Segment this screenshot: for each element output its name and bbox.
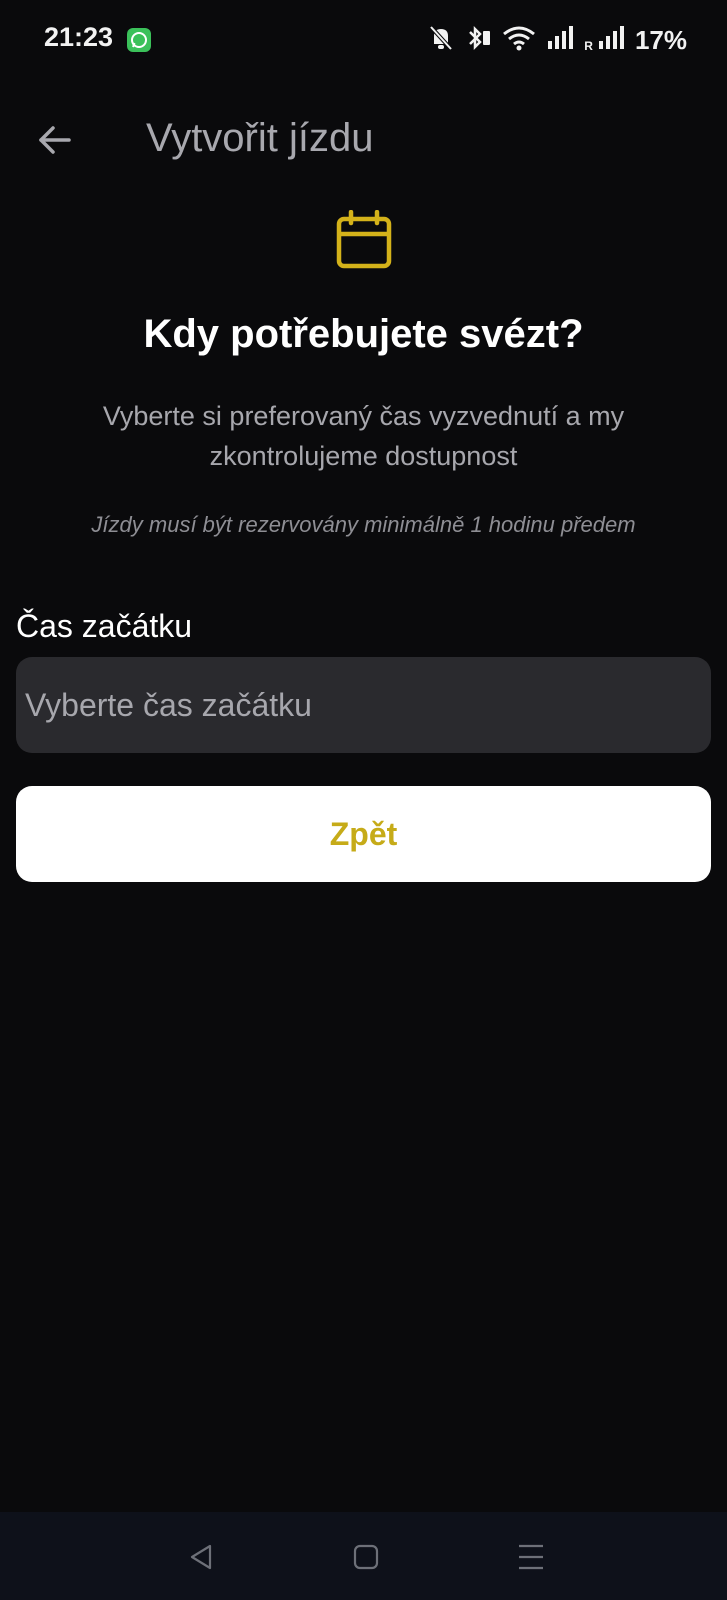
roaming-signal-icon bbox=[597, 25, 625, 56]
home-square-icon bbox=[353, 1544, 379, 1570]
start-time-input[interactable]: Vyberte čas začátku bbox=[16, 657, 711, 753]
calendar-icon bbox=[336, 210, 392, 269]
question-heading: Kdy potřebujete svézt? bbox=[143, 312, 584, 356]
back-triangle-icon bbox=[190, 1544, 212, 1570]
bluetooth-icon bbox=[464, 24, 492, 57]
battery-level: 17% bbox=[634, 24, 687, 55]
menu-lines-icon bbox=[519, 1544, 543, 1570]
nav-menu-button[interactable] bbox=[506, 1532, 556, 1582]
signal-icon bbox=[546, 25, 574, 56]
booking-note: Jízdy musí být rezervovány minimálně 1 h… bbox=[91, 512, 636, 537]
arrow-left-icon bbox=[39, 126, 71, 154]
system-nav-bar bbox=[0, 1512, 727, 1600]
nav-back-button[interactable] bbox=[176, 1532, 226, 1582]
status-icons: R 17% bbox=[428, 24, 687, 56]
whatsapp-icon bbox=[127, 28, 151, 52]
roaming-label: R bbox=[584, 39, 593, 53]
back-button-label: Zpět bbox=[329, 815, 398, 852]
back-text-button[interactable]: Zpět bbox=[16, 786, 711, 882]
app-header: Vytvořit jízdu bbox=[0, 100, 727, 180]
page-title: Vytvořit jízdu bbox=[146, 116, 374, 160]
nav-home-button[interactable] bbox=[341, 1532, 391, 1582]
status-time: 21:23 bbox=[44, 22, 114, 52]
mute-icon bbox=[428, 24, 454, 57]
wifi-icon bbox=[502, 24, 536, 57]
start-time-label: Čas začátku bbox=[16, 608, 193, 644]
status-bar: 21:23 R 17% bbox=[0, 0, 727, 80]
start-time-placeholder: Vyberte čas začátku bbox=[25, 686, 312, 723]
back-button[interactable] bbox=[30, 115, 80, 165]
description-text: Vyberte si preferovaný čas vyzvednutí a … bbox=[102, 401, 625, 471]
